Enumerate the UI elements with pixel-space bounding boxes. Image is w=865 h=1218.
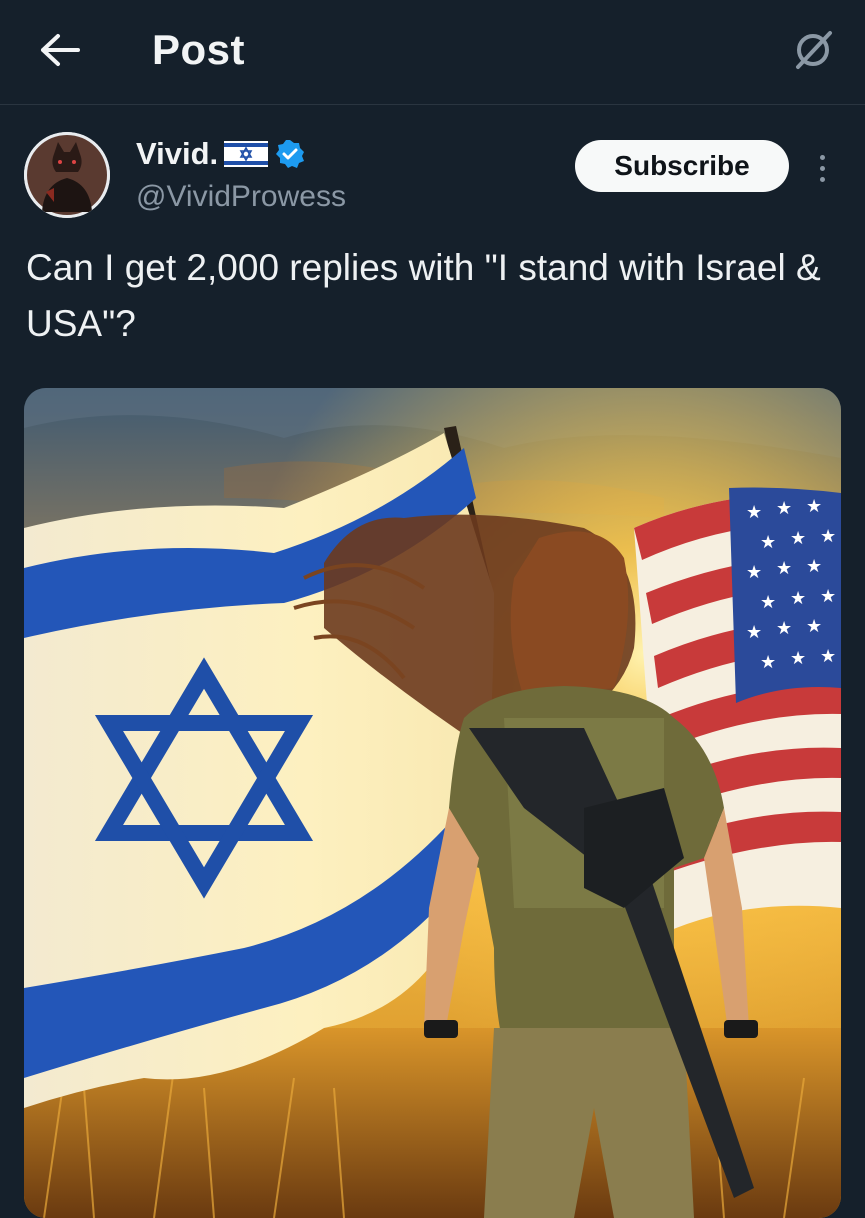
svg-text:★: ★ bbox=[820, 526, 836, 547]
svg-text:★: ★ bbox=[746, 622, 762, 643]
svg-text:★: ★ bbox=[806, 496, 822, 517]
back-button[interactable] bbox=[30, 22, 90, 78]
svg-text:★: ★ bbox=[806, 616, 822, 637]
subscribe-button[interactable]: Subscribe bbox=[575, 140, 789, 192]
page-title: Post bbox=[152, 26, 246, 73]
avatar[interactable] bbox=[24, 132, 110, 218]
post-text: Can I get 2,000 replies with "I stand wi… bbox=[26, 247, 821, 344]
svg-text:★: ★ bbox=[776, 498, 792, 519]
more-vertical-icon bbox=[819, 176, 825, 182]
more-options-button[interactable] bbox=[808, 148, 836, 188]
svg-text:★: ★ bbox=[760, 532, 776, 553]
top-bar: Post bbox=[0, 0, 865, 105]
svg-text:★: ★ bbox=[806, 556, 822, 577]
grok-button[interactable] bbox=[787, 24, 839, 76]
grok-icon bbox=[796, 31, 832, 69]
arrow-left-icon bbox=[41, 34, 80, 66]
svg-text:★: ★ bbox=[790, 528, 806, 549]
svg-text:★: ★ bbox=[776, 558, 792, 579]
display-name[interactable]: Vivid. bbox=[136, 136, 218, 172]
more-vertical-icon bbox=[819, 154, 825, 160]
verified-badge-icon bbox=[276, 140, 305, 168]
svg-text:★: ★ bbox=[746, 562, 762, 583]
svg-text:★: ★ bbox=[790, 588, 806, 609]
svg-text:★: ★ bbox=[776, 618, 792, 639]
svg-text:★: ★ bbox=[790, 648, 806, 669]
israel-flag-icon bbox=[224, 141, 269, 167]
more-vertical-icon bbox=[819, 165, 825, 171]
flags-soldier-illustration: ★ ★ ★ ★ ★ ★ ★ ★ ★ ★ ★ ★ ★ ★ ★ ★ ★ ★ bbox=[24, 388, 841, 1218]
svg-text:★: ★ bbox=[820, 646, 836, 667]
svg-text:★: ★ bbox=[760, 592, 776, 613]
avatar-image bbox=[24, 132, 110, 218]
svg-text:★: ★ bbox=[820, 586, 836, 607]
svg-text:★: ★ bbox=[760, 652, 776, 673]
svg-text:★: ★ bbox=[746, 502, 762, 523]
post-image[interactable]: ★ ★ ★ ★ ★ ★ ★ ★ ★ ★ ★ ★ ★ ★ ★ ★ ★ ★ bbox=[24, 388, 841, 1218]
author-handle[interactable]: @VividProwess bbox=[136, 180, 346, 214]
author-name-row[interactable]: Vivid. bbox=[136, 136, 306, 172]
